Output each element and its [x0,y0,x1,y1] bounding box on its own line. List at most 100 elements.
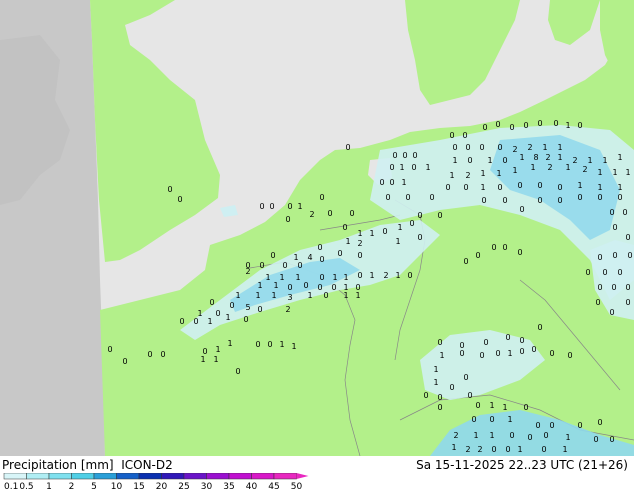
svg-text:0: 0 [319,273,324,282]
svg-text:0: 0 [535,421,540,430]
colorbar-tick-label: 25 [178,482,189,490]
svg-text:0: 0 [243,315,248,324]
svg-text:0: 0 [107,345,112,354]
svg-text:0: 0 [517,248,522,257]
svg-text:0: 0 [479,143,484,152]
svg-text:0: 0 [452,143,457,152]
svg-text:0: 0 [405,193,410,202]
svg-text:0: 0 [612,223,617,232]
svg-text:0: 0 [267,340,272,349]
svg-text:0: 0 [531,345,536,354]
colorbar-swatch [161,473,185,480]
svg-text:0: 0 [481,196,486,205]
colorbar-swatch [71,473,95,480]
svg-text:2: 2 [582,165,587,174]
svg-text:0: 0 [303,281,308,290]
colorbar-swatch [206,473,230,480]
svg-text:1: 1 [530,163,535,172]
svg-text:1: 1 [452,156,457,165]
svg-text:0: 0 [342,223,347,232]
svg-text:0: 0 [463,373,468,382]
svg-text:0: 0 [417,211,422,220]
svg-text:0: 0 [331,283,336,292]
svg-text:0: 0 [597,253,602,262]
svg-text:0: 0 [389,163,394,172]
svg-text:0: 0 [402,151,407,160]
svg-text:0: 0 [437,211,442,220]
svg-text:0: 0 [479,351,484,360]
svg-text:1: 1 [273,281,278,290]
svg-text:0: 0 [319,255,324,264]
svg-text:3: 3 [287,293,292,302]
svg-text:1: 1 [480,169,485,178]
colorbar-tick-label: 50 [291,482,303,490]
svg-text:1: 1 [297,202,302,211]
svg-text:1: 1 [565,433,570,442]
svg-text:0: 0 [449,131,454,140]
colorbar-swatch [251,473,275,480]
svg-text:0: 0 [429,193,434,202]
svg-text:0: 0 [317,283,322,292]
svg-text:1: 1 [480,183,485,192]
colorbar-tick-label: 5 [91,482,97,490]
svg-text:2: 2 [477,445,482,454]
svg-text:2: 2 [512,145,517,154]
svg-text:0: 0 [491,445,496,454]
svg-text:0: 0 [437,393,442,402]
svg-text:0: 0 [259,261,264,270]
svg-text:2: 2 [547,163,552,172]
svg-text:1: 1 [332,273,337,282]
svg-text:0: 0 [497,183,502,192]
colorbar: 0.1 0.5 1 2 5 10 15 20 25 30 35 40 45 50 [3,473,309,490]
svg-text:1: 1 [451,443,456,452]
svg-text:0: 0 [519,205,524,214]
svg-text:1: 1 [433,378,438,387]
svg-text:2: 2 [545,153,550,162]
svg-text:0: 0 [475,401,480,410]
svg-text:1: 1 [439,351,444,360]
svg-text:0: 0 [482,123,487,132]
svg-text:1: 1 [519,153,524,162]
svg-text:0: 0 [625,233,630,242]
svg-text:1: 1 [307,291,312,300]
svg-text:0: 0 [412,151,417,160]
svg-text:1: 1 [213,355,218,364]
svg-text:0: 0 [611,283,616,292]
svg-text:1: 1 [489,401,494,410]
svg-text:0: 0 [553,119,558,128]
svg-text:0: 0 [407,271,412,280]
colorbar-tick-label: 1 [46,482,52,490]
svg-text:0: 0 [462,131,467,140]
svg-text:0: 0 [209,298,214,307]
svg-text:0: 0 [491,243,496,252]
svg-text:0: 0 [465,143,470,152]
svg-text:0: 0 [345,143,350,152]
svg-text:0: 0 [411,163,416,172]
svg-text:0: 0 [595,298,600,307]
svg-text:0: 0 [557,183,562,192]
colorbar-tick-label: 2 [69,482,75,490]
svg-text:1: 1 [587,156,592,165]
svg-text:0: 0 [497,143,502,152]
svg-text:0: 0 [437,403,442,412]
colorbar-tick-label: 0.5 [19,482,33,490]
svg-text:1: 1 [227,339,232,348]
svg-text:1: 1 [235,291,240,300]
svg-text:0: 0 [215,309,220,318]
svg-text:0: 0 [167,185,172,194]
svg-text:0: 0 [523,403,528,412]
svg-text:0: 0 [537,119,542,128]
svg-text:1: 1 [395,237,400,246]
svg-text:0: 0 [609,208,614,217]
svg-text:0: 0 [549,349,554,358]
svg-text:0: 0 [617,268,622,277]
svg-text:1: 1 [343,291,348,300]
svg-text:0: 0 [577,121,582,130]
svg-text:0: 0 [357,271,362,280]
svg-text:0: 0 [471,415,476,424]
svg-text:0: 0 [489,415,494,424]
valid-time: Sa 15-11-2025 22..23 UTC (21+26) [416,458,628,472]
svg-text:0: 0 [537,323,542,332]
svg-text:0: 0 [502,156,507,165]
svg-text:0: 0 [463,183,468,192]
